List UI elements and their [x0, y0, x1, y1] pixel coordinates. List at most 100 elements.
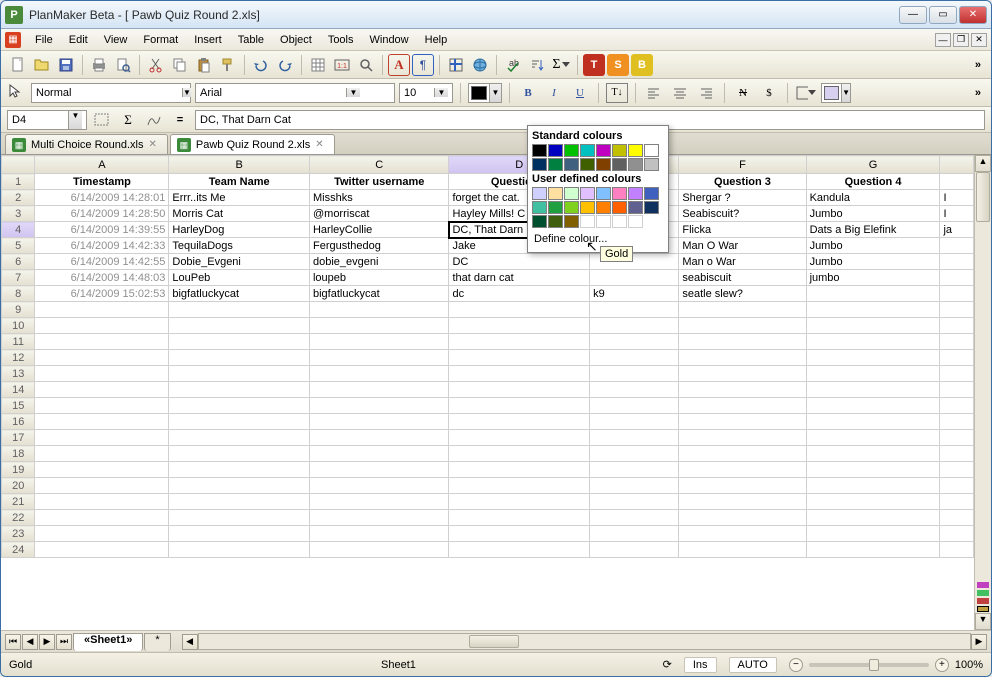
font-size-select[interactable]: ▼	[399, 83, 453, 103]
color-swatch[interactable]	[596, 144, 611, 157]
char-format-button[interactable]: A	[388, 54, 410, 76]
italic-button[interactable]: I	[543, 83, 565, 103]
menu-object[interactable]: Object	[272, 32, 320, 48]
cell[interactable]: Errr..its Me	[169, 190, 310, 206]
basicmaker-button[interactable]: B	[631, 54, 653, 76]
zoom-100-button[interactable]: 1:1	[331, 54, 353, 76]
row-header-15[interactable]: 15	[2, 398, 35, 414]
row-header-5[interactable]: 5	[2, 238, 35, 254]
cell[interactable]	[940, 286, 974, 302]
hyperlink-button[interactable]	[469, 54, 491, 76]
color-swatch[interactable]	[596, 187, 611, 200]
underline-button[interactable]: U	[569, 83, 591, 103]
zoom-button[interactable]	[355, 54, 377, 76]
sheet-prev-button[interactable]: ◀	[22, 634, 38, 650]
cell[interactable]	[940, 254, 974, 270]
color-swatch[interactable]	[628, 187, 643, 200]
cell[interactable]: dc	[449, 286, 590, 302]
menu-format[interactable]: Format	[135, 32, 186, 48]
sum-function-button[interactable]: Σ	[117, 110, 139, 130]
bold-button[interactable]: B	[517, 83, 539, 103]
color-swatch[interactable]	[580, 144, 595, 157]
cell[interactable]: jumbo	[806, 270, 940, 286]
row-header-23[interactable]: 23	[2, 526, 35, 542]
close-tab-icon[interactable]: ✕	[315, 139, 323, 150]
color-swatch[interactable]	[564, 215, 579, 228]
row-header-10[interactable]: 10	[2, 318, 35, 334]
row-header-18[interactable]: 18	[2, 446, 35, 462]
cut-button[interactable]	[145, 54, 167, 76]
cell[interactable]: Shergar ?	[679, 190, 806, 206]
cell[interactable]: Fergusthedog	[309, 238, 448, 254]
cell[interactable]: LouPeb	[169, 270, 310, 286]
vertical-scrollbar[interactable]: ▲ ▼	[974, 155, 991, 630]
menu-help[interactable]: Help	[417, 32, 456, 48]
color-swatch[interactable]	[580, 158, 595, 171]
formatbar-overflow-button[interactable]: »	[971, 87, 985, 99]
color-swatch[interactable]	[628, 201, 643, 214]
cell[interactable]: Flicka	[679, 222, 806, 238]
row-header-19[interactable]: 19	[2, 462, 35, 478]
print-button[interactable]	[88, 54, 110, 76]
row-header-4[interactable]: 4	[2, 222, 35, 238]
row-header-2[interactable]: 2	[2, 190, 35, 206]
cell[interactable]: DC	[449, 254, 590, 270]
menu-window[interactable]: Window	[362, 32, 417, 48]
cell[interactable]: @morriscat	[309, 206, 448, 222]
text-direction-button[interactable]: T↓	[606, 83, 628, 103]
para-format-button[interactable]: ¶	[412, 54, 434, 76]
color-swatch[interactable]	[628, 158, 643, 171]
new-sheet-tab[interactable]: *	[144, 633, 170, 651]
color-swatch[interactable]	[532, 144, 547, 157]
horizontal-scrollbar[interactable]: ◀ ▶	[182, 633, 987, 650]
cell[interactable]	[940, 270, 974, 286]
menu-table[interactable]: Table	[230, 32, 272, 48]
color-swatch[interactable]	[644, 144, 659, 157]
color-swatch[interactable]	[612, 158, 627, 171]
row-header-12[interactable]: 12	[2, 350, 35, 366]
cell[interactable]: 6/14/2009 14:28:01	[35, 190, 169, 206]
function-wizard-button[interactable]	[143, 110, 165, 130]
sheet-tab-1[interactable]: «Sheet1»	[73, 633, 143, 651]
color-swatch[interactable]	[612, 201, 627, 214]
sheet-next-button[interactable]: ▶	[39, 634, 55, 650]
doc-minimize-button[interactable]: —	[935, 33, 951, 47]
zoom-in-button[interactable]: +	[935, 658, 949, 672]
cell[interactable]: 6/14/2009 14:42:55	[35, 254, 169, 270]
cell[interactable]: TequilaDogs	[169, 238, 310, 254]
column-header-F[interactable]: F	[679, 156, 806, 174]
color-swatch[interactable]	[644, 187, 659, 200]
cell[interactable]: bigfatluckycat	[309, 286, 448, 302]
currency-button[interactable]: $	[758, 83, 780, 103]
color-swatch[interactable]	[548, 215, 563, 228]
cell[interactable]: loupeb	[309, 270, 448, 286]
define-color-link[interactable]: Define colour...	[532, 230, 664, 248]
table-button[interactable]	[307, 54, 329, 76]
cell[interactable]: HarleyCollie	[309, 222, 448, 238]
cell[interactable]: ja	[940, 222, 974, 238]
menu-file[interactable]: File	[27, 32, 61, 48]
cell[interactable]: that darn cat	[449, 270, 590, 286]
color-swatch[interactable]	[564, 144, 579, 157]
color-swatch[interactable]	[564, 201, 579, 214]
cell[interactable]: Kandula	[806, 190, 940, 206]
cell[interactable]	[940, 238, 974, 254]
row-header-21[interactable]: 21	[2, 494, 35, 510]
style-select[interactable]: ▼	[31, 83, 191, 103]
doc-close-button[interactable]: ✕	[971, 33, 987, 47]
color-swatch[interactable]	[532, 201, 547, 214]
print-preview-button[interactable]	[112, 54, 134, 76]
row-header-22[interactable]: 22	[2, 510, 35, 526]
cell-reference-input[interactable]: ▼	[7, 110, 87, 130]
minimize-button[interactable]: —	[899, 6, 927, 24]
save-button[interactable]	[55, 54, 77, 76]
freeze-panes-button[interactable]	[445, 54, 467, 76]
font-select[interactable]: ▼	[195, 83, 395, 103]
menu-edit[interactable]: Edit	[61, 32, 96, 48]
color-swatch[interactable]	[532, 187, 547, 200]
open-file-button[interactable]	[31, 54, 53, 76]
cell[interactable]: Dats a Big Elefink	[806, 222, 940, 238]
cell[interactable]: seabiscuit	[679, 270, 806, 286]
color-swatch[interactable]	[564, 158, 579, 171]
cell[interactable]: 6/14/2009 14:42:33	[35, 238, 169, 254]
